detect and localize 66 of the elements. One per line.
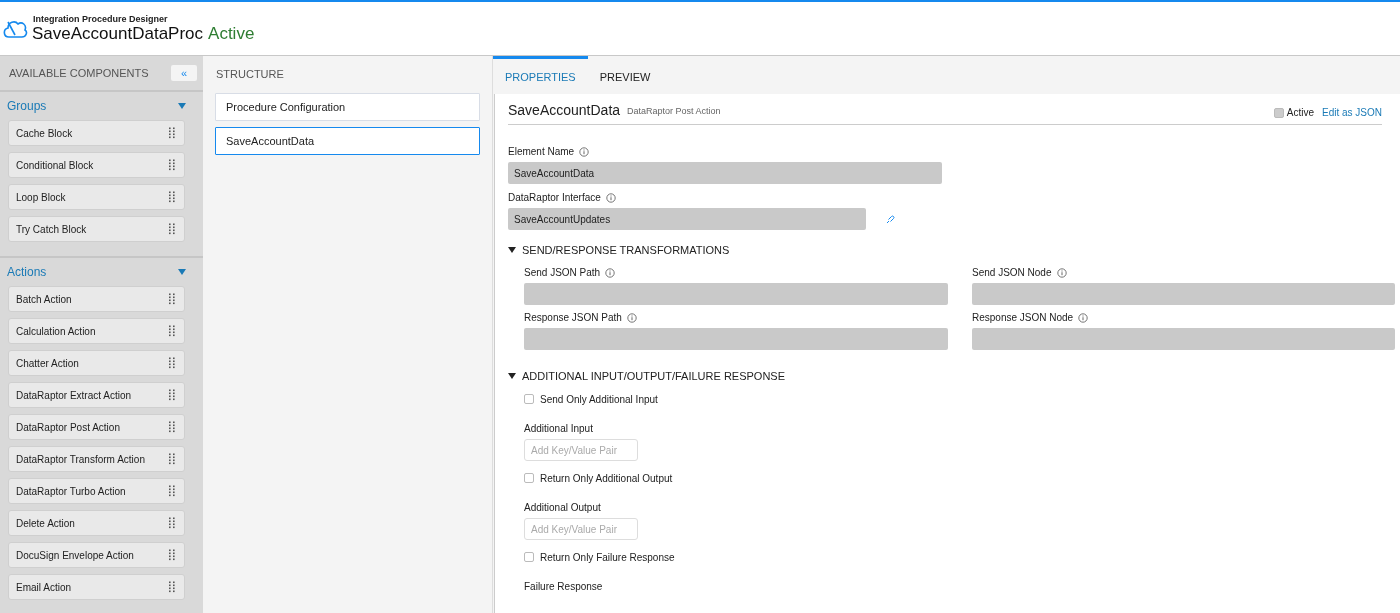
drag-handle-icon — [169, 127, 175, 139]
field-label: Failure Response — [524, 581, 603, 592]
app-subtitle: Integration Procedure Designer — [33, 13, 169, 24]
section-heading[interactable]: SEND/RESPONSE TRANSFORMATIONS — [522, 244, 730, 256]
component-item[interactable]: Delete Action — [8, 510, 185, 536]
component-item[interactable]: DataRaptor Extract Action — [8, 382, 185, 408]
panel-title: STRUCTURE — [216, 68, 285, 80]
component-item[interactable]: Calculation Action — [8, 318, 185, 344]
checkbox-label: Return Only Additional Output — [540, 472, 673, 484]
drag-handle-icon — [169, 517, 175, 529]
field-label: Element Name — [508, 146, 575, 157]
field-label: Additional Input — [524, 423, 593, 434]
active-checkbox[interactable] — [1273, 107, 1284, 118]
field-label: Send JSON Path — [524, 267, 601, 278]
drag-handle-icon — [169, 549, 175, 561]
checkbox[interactable] — [524, 473, 534, 483]
panel-title: AVAILABLE COMPONENTS — [9, 67, 149, 79]
drag-handle-icon — [169, 191, 175, 203]
checkbox-label: Send Only Additional Input — [540, 393, 658, 405]
drag-handle-icon — [169, 357, 175, 369]
status-label: Active — [208, 23, 255, 44]
checkbox-label: Return Only Failure Response — [540, 551, 675, 563]
drag-handle-icon — [169, 389, 175, 401]
field-label: Response JSON Node — [972, 312, 1074, 323]
component-item[interactable]: DataRaptor Transform Action — [8, 446, 185, 472]
field-label: Response JSON Path — [524, 312, 622, 323]
drag-handle-icon — [169, 453, 175, 465]
drag-handle-icon — [169, 325, 175, 337]
text-field[interactable] — [972, 328, 1395, 350]
drag-handle-icon — [169, 223, 175, 235]
component-item[interactable]: Chatter Action — [8, 350, 185, 376]
key-value-field[interactable]: Add Key/Value Pair — [524, 518, 638, 540]
component-item[interactable]: DataRaptor Post Action — [8, 414, 185, 440]
tab[interactable]: PREVIEW — [587, 56, 663, 94]
field-label: Additional Output — [524, 502, 601, 513]
drag-handle-icon — [169, 293, 175, 305]
component-item[interactable]: Batch Action — [8, 286, 185, 312]
text-field[interactable]: SaveAccountUpdates — [508, 208, 866, 230]
text-field[interactable]: SaveAccountData — [508, 162, 942, 184]
component-item[interactable]: Try Catch Block — [8, 216, 185, 242]
element-title: SaveAccountData — [508, 102, 621, 118]
drag-handle-icon — [169, 421, 175, 433]
component-item[interactable]: Cache Block — [8, 120, 185, 146]
component-item[interactable]: Email Action — [8, 574, 185, 600]
component-item[interactable]: DocuSign Envelope Action — [8, 542, 185, 568]
text-field[interactable] — [524, 283, 948, 305]
procedure-title: SaveAccountDataProc — [32, 23, 204, 44]
drag-handle-icon — [169, 485, 175, 497]
section-heading[interactable]: ADDITIONAL INPUT/OUTPUT/FAILURE RESPONSE — [522, 370, 786, 382]
component-item[interactable]: DataRaptor Turbo Action — [8, 478, 185, 504]
element-type: DataRaptor Post Action — [627, 106, 721, 116]
checkbox[interactable] — [524, 394, 534, 404]
text-field[interactable] — [972, 283, 1395, 305]
key-value-field[interactable]: Add Key/Value Pair — [524, 439, 638, 461]
field-label: DataRaptor Interface — [508, 192, 601, 203]
checkbox[interactable] — [524, 552, 534, 562]
drag-handle-icon — [169, 581, 175, 593]
field-label: Send JSON Node — [972, 267, 1052, 278]
structure-item[interactable]: SaveAccountData — [215, 127, 480, 155]
component-item[interactable]: Conditional Block — [8, 152, 185, 178]
component-item[interactable]: Loop Block — [8, 184, 185, 210]
edit-json-link[interactable]: Edit as JSON — [1321, 107, 1382, 118]
checkbox-label: Active — [1286, 107, 1314, 118]
drag-handle-icon — [169, 159, 175, 171]
structure-item[interactable]: Procedure Configuration — [215, 93, 480, 121]
text-field[interactable] — [524, 328, 948, 350]
